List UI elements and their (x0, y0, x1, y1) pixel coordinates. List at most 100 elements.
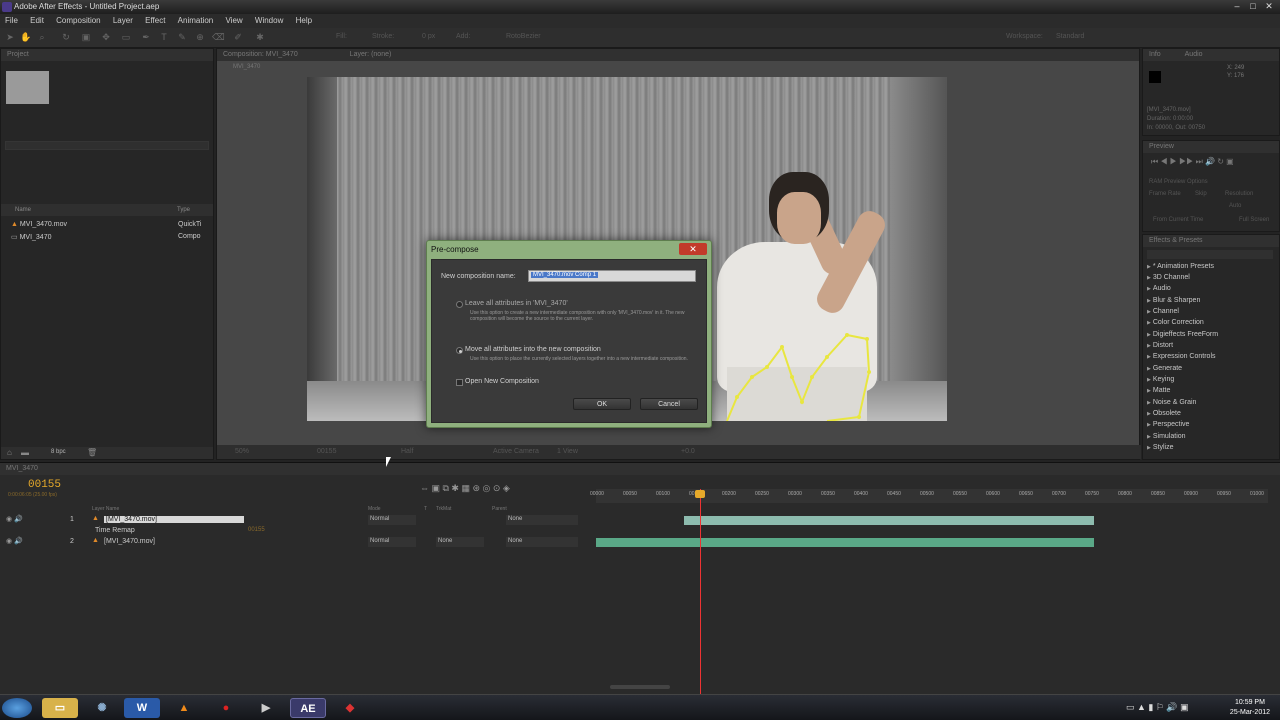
word-icon[interactable]: W (124, 698, 160, 718)
menu-help[interactable]: Help (291, 14, 317, 27)
ok-button[interactable]: OK (573, 398, 631, 410)
menu-animation[interactable]: Animation (173, 14, 219, 27)
effects-search-input[interactable] (1147, 250, 1273, 259)
col-trkmat[interactable]: TrkMat (436, 506, 451, 512)
col-mode[interactable]: Mode (368, 506, 381, 512)
effect-category[interactable]: ▶ Distort (1147, 342, 1173, 349)
tab-composition[interactable]: Composition: MVI_3470 (223, 51, 298, 58)
effect-category[interactable]: ▶ 3D Channel (1147, 274, 1190, 281)
col-name[interactable]: Name (15, 207, 31, 213)
start-button[interactable] (2, 698, 32, 718)
col-t[interactable]: T (424, 506, 427, 512)
tab-effects-presets[interactable]: Effects & Presets (1143, 235, 1279, 247)
col-parent[interactable]: Parent (492, 506, 507, 512)
layer-name[interactable]: [MVI_3470.mov] (104, 516, 244, 523)
taskbar-clock[interactable]: 10:59 PM 25-Mar-2012 (1230, 698, 1270, 718)
after-effects-icon[interactable]: AE (290, 698, 326, 718)
zoom-select[interactable]: 50% (235, 448, 249, 455)
effect-category[interactable]: ▶ Matte (1147, 387, 1170, 394)
layer-mode-select[interactable]: Normal (368, 515, 416, 525)
menu-composition[interactable]: Composition (51, 14, 105, 27)
effect-category[interactable]: ▶ Stylize (1147, 444, 1173, 451)
effect-category[interactable]: ▶ Channel (1147, 308, 1179, 315)
effect-category[interactable]: ▶ Keying (1147, 376, 1174, 383)
text-tool-icon[interactable]: T (158, 32, 170, 44)
effect-category[interactable]: ▶ Expression Controls (1147, 353, 1216, 360)
exposure-value[interactable]: +0.0 (681, 448, 695, 455)
rotobezier-label[interactable]: RotoBezier (506, 33, 541, 40)
timeline-switches-icons[interactable]: ⇔ ▣ ⧉ ✱ ▦ ⊛ ◎ ⊙ ◈ (420, 483, 510, 494)
media-icon[interactable]: ▶ (248, 698, 284, 718)
leave-attributes-radio[interactable] (456, 301, 463, 308)
clone-tool-icon[interactable]: ⊕ (194, 32, 206, 44)
selection-tool-icon[interactable]: ➤ (4, 32, 16, 44)
maximize-button[interactable]: □ (1246, 1, 1260, 11)
cancel-button[interactable]: Cancel (640, 398, 698, 410)
puppet-tool-icon[interactable]: ✱ (254, 32, 266, 44)
effect-category[interactable]: ▶ Blur & Sharpen (1147, 297, 1200, 304)
comp-name-input[interactable]: MVI_3470.mov Comp 1 (528, 270, 696, 282)
project-tab[interactable]: Project (1, 49, 213, 61)
preview-controls-icon[interactable]: ⏮ ◀ ▶ ▶▶ ⏭ 🔊 ↻ ▣ (1151, 157, 1234, 167)
layer-trkmat-select[interactable]: None (436, 537, 484, 547)
tab-layer[interactable]: Layer: (none) (350, 51, 392, 58)
ram-preview-options[interactable]: RAM Preview Options (1149, 179, 1208, 185)
effect-category[interactable]: ▶ Color Correction (1147, 319, 1204, 326)
layer-parent-select[interactable]: None (506, 515, 578, 525)
network-icon[interactable]: ✺ (84, 698, 120, 718)
resolution-auto[interactable]: Auto (1229, 203, 1241, 209)
col-type[interactable]: Type (177, 207, 190, 213)
menu-file[interactable]: File (0, 14, 23, 27)
effect-category[interactable]: ▶ Generate (1147, 365, 1182, 372)
layer-mode-select[interactable]: Normal (368, 537, 416, 547)
menu-window[interactable]: Window (250, 14, 288, 27)
move-attributes-radio[interactable] (456, 347, 463, 354)
close-button[interactable]: ✕ (1262, 1, 1276, 11)
tab-info[interactable]: Info (1149, 51, 1161, 58)
layer-row[interactable]: ◉ 🔊 2 ▲ [MVI_3470.mov] Normal None None (0, 537, 596, 548)
effect-category[interactable]: ▶ Noise & Grain (1147, 399, 1196, 406)
layer-row[interactable]: ◉ 🔊 1 ▲ [MVI_3470.mov] Normal None (0, 515, 596, 526)
bpc-label[interactable]: 8 bpc (51, 449, 66, 455)
move-attributes-label[interactable]: Move all attributes into the new composi… (465, 346, 601, 353)
pan-behind-tool-icon[interactable]: ✥ (100, 32, 112, 44)
time-remap-value[interactable]: 00155 (248, 527, 265, 533)
new-folder-icon[interactable]: ▬ (21, 448, 29, 457)
stroke-width[interactable]: 0 px (422, 33, 435, 40)
camera-select[interactable]: Active Camera (493, 448, 539, 455)
visibility-icon[interactable]: ◉ 🔊 (6, 515, 23, 523)
view-layout-select[interactable]: 1 View (557, 448, 578, 455)
current-time-handle[interactable] (695, 490, 705, 498)
workspace-select[interactable]: Standard (1056, 33, 1084, 40)
camera-tool-icon[interactable]: ▣ (80, 32, 92, 44)
menu-effect[interactable]: Effect (140, 14, 170, 27)
hand-tool-icon[interactable]: ✋ (20, 32, 32, 44)
layer-2-bar[interactable] (596, 538, 1094, 547)
dialog-close-button[interactable]: ✕ (679, 243, 707, 255)
open-new-comp-label[interactable]: Open New Composition (465, 378, 539, 385)
player-icon[interactable]: ◆ (332, 698, 368, 718)
visibility-icon[interactable]: ◉ 🔊 (6, 537, 23, 545)
time-remap-row[interactable]: Time Remap 00155 (0, 526, 596, 537)
tab-audio[interactable]: Audio (1185, 51, 1203, 58)
layer-parent-select[interactable]: None (506, 537, 578, 547)
vlc-icon[interactable]: ▲ (166, 698, 202, 718)
full-screen[interactable]: Full Screen (1239, 217, 1269, 223)
timeline-zoom-slider[interactable] (610, 685, 670, 689)
delete-icon[interactable]: 🗑 (87, 448, 97, 457)
timeline-timecode[interactable]: 00155 (28, 479, 61, 491)
opera-icon[interactable]: ● (208, 698, 244, 718)
open-new-comp-checkbox[interactable] (456, 379, 463, 386)
resolution-select[interactable]: Half (401, 448, 413, 455)
project-search-input[interactable] (5, 141, 209, 150)
menu-view[interactable]: View (220, 14, 247, 27)
tab-preview[interactable]: Preview (1143, 141, 1279, 153)
interpret-footage-icon[interactable]: ⌂ (7, 448, 12, 457)
effect-category[interactable]: ▶ Perspective (1147, 421, 1189, 428)
col-layer-name[interactable]: Layer Name (92, 506, 119, 512)
layer-1-bar[interactable] (684, 516, 1094, 525)
pen-tool-icon[interactable]: ✒ (140, 32, 152, 44)
zoom-tool-icon[interactable]: ⌕ (36, 32, 48, 44)
viewer-timecode[interactable]: 00155 (317, 448, 336, 455)
rotate-tool-icon[interactable]: ↻ (60, 32, 72, 44)
